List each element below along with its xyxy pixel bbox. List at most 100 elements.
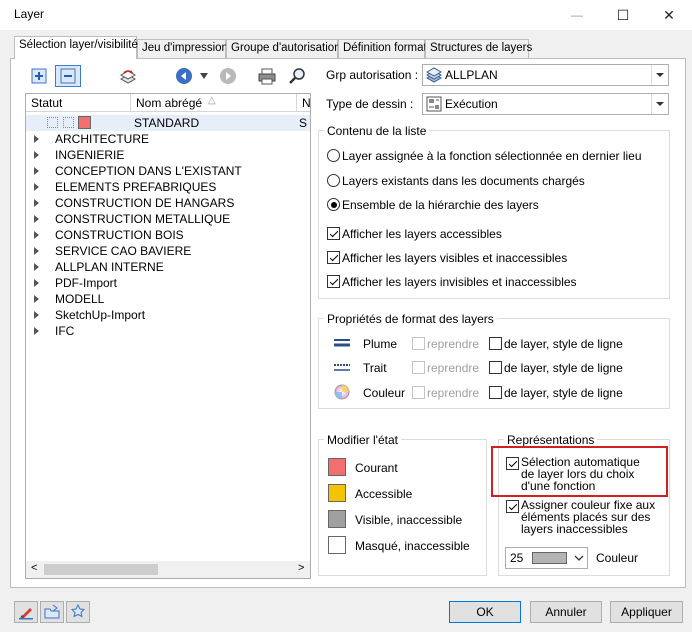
expand-caret-icon[interactable] bbox=[34, 215, 39, 223]
scroll-thumb[interactable] bbox=[44, 564, 158, 575]
plume-option-check[interactable] bbox=[489, 337, 502, 350]
tree-item[interactable]: IFC bbox=[26, 323, 310, 339]
trait-option-check[interactable] bbox=[489, 361, 502, 374]
folder-open-icon bbox=[44, 604, 60, 619]
radio-layers-existants-label[interactable]: Layers existants dans les documents char… bbox=[342, 174, 585, 188]
check-layers-accessibles-label[interactable]: Afficher les layers accessibles bbox=[342, 227, 502, 241]
expand-caret-icon[interactable] bbox=[34, 151, 39, 159]
check-selection-automatique[interactable] bbox=[506, 457, 519, 470]
couleur-option-label[interactable]: de layer, style de ligne bbox=[504, 386, 623, 400]
minimize-button[interactable]: — bbox=[554, 0, 600, 30]
expand-caret-icon[interactable] bbox=[34, 167, 39, 175]
expand-caret-icon[interactable] bbox=[34, 295, 39, 303]
tree-item-label: PDF-Import bbox=[55, 276, 118, 290]
check-visibles-inaccessibles[interactable] bbox=[327, 251, 340, 264]
star-layer-button[interactable] bbox=[66, 601, 90, 623]
layer-swap-icon bbox=[119, 70, 137, 84]
scroll-right-icon[interactable]: > bbox=[298, 562, 304, 574]
couleur-option-check[interactable] bbox=[489, 386, 502, 399]
tab-selection-layer[interactable]: Sélection layer/visibilité bbox=[14, 36, 138, 59]
expand-caret-icon[interactable] bbox=[34, 183, 39, 191]
scroll-left-icon[interactable]: < bbox=[31, 562, 37, 574]
tree-item[interactable]: SERVICE CAO BAVIERE bbox=[26, 243, 310, 259]
dropdown-button[interactable] bbox=[196, 65, 212, 87]
expand-caret-icon[interactable] bbox=[34, 327, 39, 335]
layer-swap-button[interactable] bbox=[115, 65, 141, 87]
sort-icon: △ bbox=[208, 95, 216, 106]
tree-item[interactable]: CONSTRUCTION BOIS bbox=[26, 227, 310, 243]
tree-item[interactable]: ELEMENTS PREFABRIQUES bbox=[26, 179, 310, 195]
type-dessin-combo[interactable]: Exécution bbox=[422, 93, 669, 115]
color-number-combo[interactable]: 25 bbox=[505, 547, 588, 569]
maximize-button[interactable]: ☐ bbox=[600, 0, 646, 30]
check-couleur-fixe[interactable] bbox=[506, 500, 519, 513]
tree-item[interactable]: CONCEPTION DANS L'EXISTANT bbox=[26, 163, 310, 179]
tree-item-label: CONSTRUCTION BOIS bbox=[55, 228, 184, 242]
tree-item[interactable]: ARCHITECTURE bbox=[26, 131, 310, 147]
expand-caret-icon[interactable] bbox=[34, 231, 39, 239]
expand-caret-icon[interactable] bbox=[34, 311, 39, 319]
back-button[interactable] bbox=[171, 65, 197, 87]
tree-item[interactable]: SketchUp-Import bbox=[26, 307, 310, 323]
check-layers-accessibles[interactable] bbox=[327, 227, 340, 240]
expand-caret-icon[interactable] bbox=[34, 199, 39, 207]
tree-item[interactable]: MODELL bbox=[26, 291, 310, 307]
tree-item-label: CONCEPTION DANS L'EXISTANT bbox=[55, 164, 242, 178]
radio-layers-existants[interactable] bbox=[327, 174, 340, 187]
column-n[interactable]: N bbox=[302, 96, 310, 110]
tab-definition-format[interactable]: Définition format bbox=[338, 39, 427, 58]
check-visibles-inaccessibles-label[interactable]: Afficher les layers visibles et inaccess… bbox=[342, 251, 567, 265]
trait-option-label[interactable]: de layer, style de ligne bbox=[504, 361, 623, 375]
ok-button[interactable]: OK bbox=[449, 601, 521, 623]
check-invisibles-inaccessibles-label[interactable]: Afficher les layers invisibles et inacce… bbox=[342, 275, 577, 289]
state-courant-button[interactable] bbox=[328, 458, 346, 476]
chevron-down-icon[interactable] bbox=[574, 555, 584, 562]
state-courant-label: Courant bbox=[355, 461, 398, 475]
close-button[interactable]: ✕ bbox=[646, 0, 692, 30]
plume-option-label[interactable]: de layer, style de ligne bbox=[504, 337, 623, 351]
expand-button[interactable] bbox=[26, 65, 52, 87]
column-statut[interactable]: Statut bbox=[31, 96, 62, 110]
tree-item[interactable]: INGENIERIE bbox=[26, 147, 310, 163]
chevron-down-icon[interactable] bbox=[651, 65, 668, 85]
drawing-type-icon bbox=[426, 96, 442, 112]
state-accessible-button[interactable] bbox=[328, 484, 346, 502]
tab-structures-layers[interactable]: Structures de layers bbox=[425, 39, 532, 58]
find-button[interactable] bbox=[284, 65, 310, 87]
radio-ensemble-hierarchie[interactable] bbox=[327, 198, 340, 211]
expand-caret-icon[interactable] bbox=[34, 135, 39, 143]
collapse-button[interactable] bbox=[55, 65, 81, 87]
expand-caret-icon[interactable] bbox=[34, 263, 39, 271]
expand-caret-icon[interactable] bbox=[34, 279, 39, 287]
grp-autorisation-combo[interactable]: ALLPLAN bbox=[422, 64, 669, 86]
plume-reprendre-label: reprendre bbox=[427, 337, 480, 351]
state-visible-inaccessible-label: Visible, inaccessible bbox=[355, 513, 463, 527]
horizontal-scrollbar[interactable]: < > bbox=[26, 561, 310, 578]
tree-item[interactable]: PDF-Import bbox=[26, 275, 310, 291]
check-couleur-fixe-label[interactable]: Assigner couleur fixe aux éléments placé… bbox=[521, 499, 661, 535]
tree-row-selected[interactable]: STANDARD S bbox=[26, 115, 310, 131]
folder-open-button[interactable] bbox=[40, 601, 64, 623]
cancel-button[interactable]: Annuler bbox=[530, 601, 602, 623]
tree-item[interactable]: CONSTRUCTION METALLIQUE bbox=[26, 211, 310, 227]
tab-jeu-impression[interactable]: Jeu d'impression bbox=[137, 39, 228, 58]
print-button[interactable] bbox=[254, 65, 280, 87]
apply-button[interactable]: Appliquer bbox=[610, 601, 683, 623]
column-nom-abrege[interactable]: Nom abrégé bbox=[136, 96, 202, 110]
expand-caret-icon[interactable] bbox=[34, 247, 39, 255]
check-selection-automatique-label[interactable]: Sélection automatique de layer lors du c… bbox=[521, 456, 656, 492]
tab-groupe-autorisation[interactable]: Groupe d'autorisation bbox=[226, 39, 341, 58]
state-masque-inaccessible-button[interactable] bbox=[328, 536, 346, 554]
layer-tree[interactable]: Statut Nom abrégé △ N STANDARD S ARCHITE… bbox=[25, 93, 311, 579]
radio-layer-assignee[interactable] bbox=[327, 149, 340, 162]
brush-button[interactable] bbox=[14, 601, 38, 623]
radio-ensemble-hierarchie-label[interactable]: Ensemble de la hiérarchie des layers bbox=[342, 198, 539, 212]
chevron-down-icon[interactable] bbox=[651, 94, 668, 114]
radio-layer-assignee-label[interactable]: Layer assignée à la fonction sélectionné… bbox=[342, 149, 642, 163]
check-invisibles-inaccessibles[interactable] bbox=[327, 275, 340, 288]
trait-reprendre-label: reprendre bbox=[427, 361, 480, 375]
state-visible-inaccessible-button[interactable] bbox=[328, 510, 346, 528]
forward-button[interactable] bbox=[215, 65, 241, 87]
tree-item[interactable]: CONSTRUCTION DE HANGARS bbox=[26, 195, 310, 211]
tree-item[interactable]: ALLPLAN INTERNE bbox=[26, 259, 310, 275]
